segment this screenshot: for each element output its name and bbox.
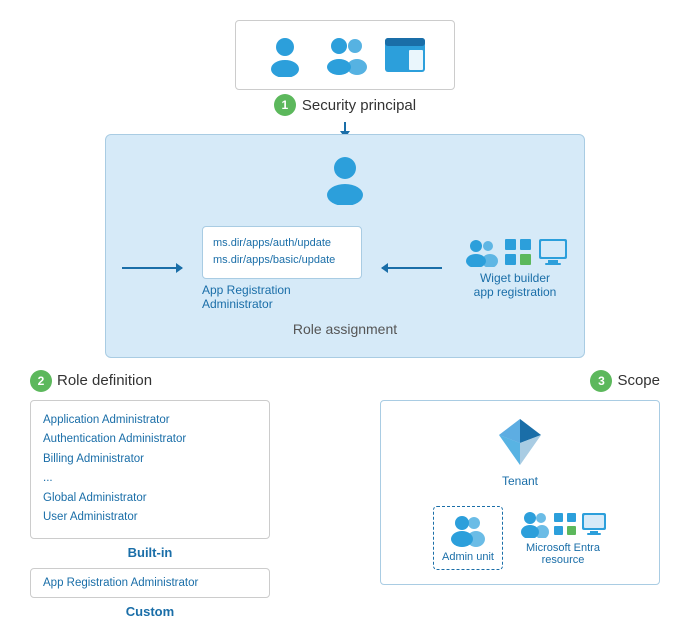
group-icon <box>319 33 371 77</box>
custom-label: Custom <box>30 604 270 619</box>
tenant-icon <box>493 415 547 474</box>
scope-panel: 3 Scope Tenant <box>380 370 660 619</box>
role-app-admin: Application Administrator <box>43 411 257 431</box>
custom-role-box: App Registration Administrator <box>30 568 270 598</box>
widget-builder-label: Wiget builder app registration <box>474 271 557 299</box>
builtin-label: Built-in <box>30 545 270 560</box>
scope-box: Tenant Admin unit <box>380 400 660 585</box>
widget-monitor-icon <box>538 238 568 266</box>
role-assignment-box: ms.dir/apps/auth/update ms.dir/apps/basi… <box>105 134 585 358</box>
role-assignment-inner: ms.dir/apps/auth/update ms.dir/apps/basi… <box>122 226 568 311</box>
entra-people-icon <box>519 510 549 538</box>
right-connector <box>382 267 442 269</box>
step-1-num: 1 <box>274 94 296 116</box>
role-auth-admin: Authentication Administrator <box>43 430 257 450</box>
role-ellipsis: ... <box>43 469 257 489</box>
widget-grid-icon <box>504 238 532 266</box>
admin-unit-icon <box>448 513 488 547</box>
role-user-admin: User Administrator <box>43 508 257 528</box>
arrow-left <box>381 263 388 273</box>
step-3-num: 3 <box>590 370 612 392</box>
arrow-right <box>176 263 183 273</box>
step-2-num: 2 <box>30 370 52 392</box>
role-def-inner-box: ms.dir/apps/auth/update ms.dir/apps/basi… <box>202 226 362 279</box>
app-icon <box>383 36 427 74</box>
diagram-container: 1 Security principal ms.dir/apps/ <box>0 0 690 619</box>
ms-entra-label: Microsoft Entra resource <box>526 542 600 566</box>
tenant-label: Tenant <box>502 474 538 488</box>
left-connector <box>122 267 182 269</box>
admin-unit-item: Admin unit <box>433 506 503 570</box>
custom-role-text: App Registration Administrator <box>43 577 257 589</box>
arrow-down-connector <box>344 122 346 132</box>
security-principal-box <box>235 20 455 90</box>
security-principal-label: 1 Security principal <box>274 94 416 116</box>
role-assignment-label: Role assignment <box>293 321 397 337</box>
role-def-panel: 2 Role definition Application Administra… <box>30 370 270 619</box>
role-person-icon <box>318 151 372 210</box>
widget-people-icon <box>462 237 498 267</box>
app-reg-admin-label: App Registration Administrator <box>202 283 362 311</box>
role-global-admin: Global Administrator <box>43 489 257 509</box>
role-billing-admin: Billing Administrator <box>43 450 257 470</box>
scope-title: 3 Scope <box>380 370 660 392</box>
bottom-row: 2 Role definition Application Administra… <box>0 370 690 619</box>
widget-builder: Wiget builder app registration <box>462 237 568 299</box>
builtin-roles-box: Application Administrator Authentication… <box>30 400 270 539</box>
entra-grid-icon <box>553 512 577 536</box>
ms-entra-item: Microsoft Entra resource <box>519 510 607 566</box>
role-def-title: 2 Role definition <box>30 370 270 392</box>
admin-unit-label: Admin unit <box>442 551 494 563</box>
entra-monitor-icon <box>581 512 607 536</box>
scope-bottom-row: Admin unit <box>433 506 607 570</box>
person-icon <box>263 33 307 77</box>
